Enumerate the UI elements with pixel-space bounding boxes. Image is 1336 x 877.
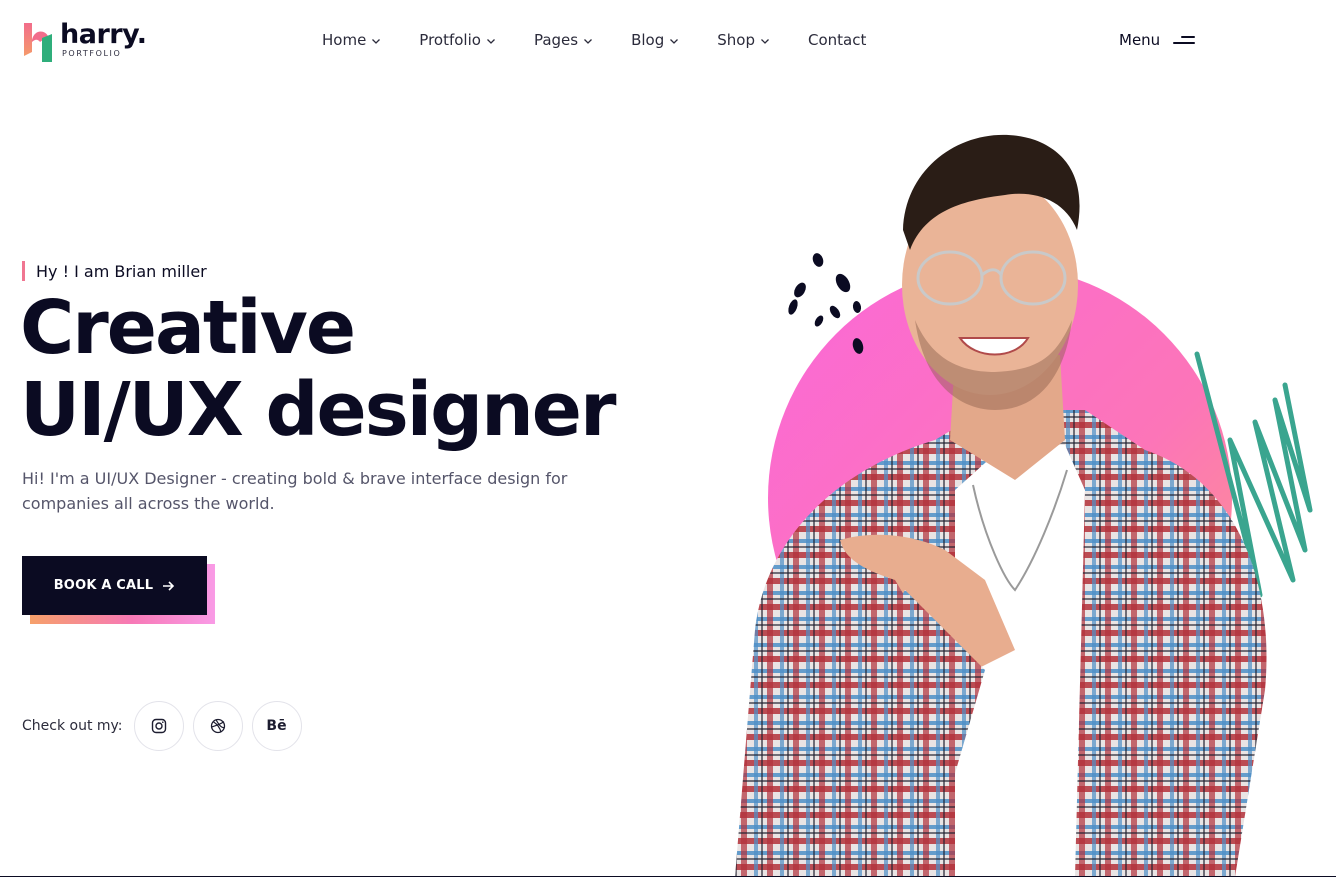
- nav-item-home[interactable]: Home: [322, 31, 381, 49]
- tagline-accent-bar: [22, 261, 25, 281]
- dribbble-icon: [210, 718, 225, 734]
- book-call-label: BOOK A CALL: [53, 578, 154, 593]
- social-label: Check out my:: [22, 718, 123, 734]
- book-call-button[interactable]: BOOK A CALL: [22, 556, 207, 615]
- hero-description: Hi! I'm a UI/UX Designer - creating bold…: [22, 469, 568, 513]
- social-links: Check out my: Bē: [22, 701, 311, 751]
- brand-logo[interactable]: harry. PORTFOLIO: [22, 19, 147, 64]
- hero-title-line-2: UI/UX designer: [20, 367, 616, 453]
- nav-item-label: Protfolio: [419, 31, 481, 49]
- nav-item-label: Blog: [631, 31, 665, 49]
- brand-subtitle: PORTFOLIO: [62, 49, 122, 58]
- menu-toggle[interactable]: Menu: [1119, 31, 1197, 49]
- logo-mark-icon: [24, 23, 52, 62]
- tagline-text: Hy ! I am Brian miller: [36, 261, 207, 281]
- chevron-down-icon: [761, 38, 769, 44]
- site-header: harry. PORTFOLIO Home Protfolio Pages Bl…: [0, 0, 1336, 86]
- arrow-right-icon: [163, 580, 175, 591]
- chevron-down-icon: [372, 38, 381, 44]
- nav-item-contact[interactable]: Contact: [808, 31, 866, 49]
- hero-tagline: Hy ! I am Brian miller: [22, 261, 207, 281]
- chevron-down-icon: [670, 38, 679, 44]
- nav-item-label: Home: [322, 31, 367, 49]
- hero-title: Creative UI/UX designer: [20, 285, 616, 453]
- behance-icon: Bē: [266, 718, 287, 734]
- nav-item-label: Shop: [717, 31, 755, 49]
- nav-item-label: Pages: [533, 31, 579, 49]
- dribbble-button[interactable]: [192, 701, 243, 751]
- chevron-down-icon: [584, 38, 593, 44]
- menu-label: Menu: [1119, 31, 1161, 49]
- instagram-button[interactable]: [133, 701, 184, 751]
- nav-item-pages[interactable]: Pages: [534, 31, 593, 49]
- hero-title-line-1: Creative: [20, 285, 356, 371]
- book-call-button-wrapper: BOOK A CALL: [22, 556, 216, 624]
- nav-item-shop[interactable]: Shop: [717, 31, 770, 49]
- hamburger-icon: [1173, 33, 1197, 47]
- nav-item-portfolio[interactable]: Protfolio: [419, 31, 496, 49]
- instagram-icon: [151, 718, 166, 734]
- chevron-down-icon: [486, 38, 495, 44]
- behance-button[interactable]: Bē: [251, 701, 302, 751]
- brand-name: harry.: [60, 19, 147, 50]
- nav-item-blog[interactable]: Blog: [631, 31, 679, 49]
- main-nav: Home Protfolio Pages Blog Shop Contact: [322, 31, 904, 49]
- nav-item-label: Contact: [808, 31, 867, 49]
- hero-portrait-illustration: [735, 134, 1313, 877]
